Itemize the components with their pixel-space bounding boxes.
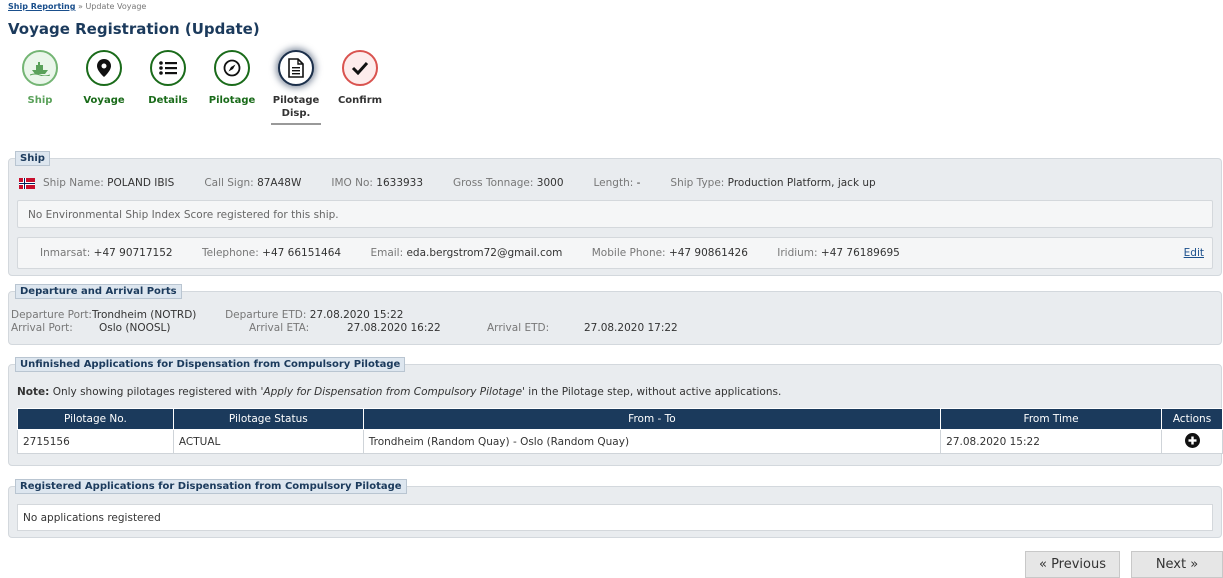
check-icon bbox=[342, 50, 378, 86]
unfinished-note: Note: Only showing pilotages registered … bbox=[17, 386, 782, 398]
contact-row: Inmarsat: +47 90717152 Telephone: +47 66… bbox=[17, 237, 1213, 269]
arrival-eta-label: Arrival ETA: bbox=[249, 322, 310, 334]
registered-applications-panel: Registered Applications for Dispensation… bbox=[8, 479, 1222, 538]
iridium: Iridium: +47 76189695 bbox=[777, 247, 900, 259]
cell-pilotage-status: ACTUAL bbox=[172, 429, 364, 454]
edit-contact-link[interactable]: Edit bbox=[1184, 247, 1204, 259]
breadcrumb-current: Update Voyage bbox=[85, 2, 147, 11]
length: Length: - bbox=[593, 177, 641, 189]
step-pilotage-disp[interactable]: Pilotage Disp. bbox=[266, 50, 326, 125]
cell-pilotage-no: 2715156 bbox=[17, 429, 174, 454]
gross-tonnage: Gross Tonnage: 3000 bbox=[453, 177, 564, 189]
ship-panel-legend: Ship bbox=[15, 151, 50, 166]
departure-port-label: Departure Port: bbox=[11, 309, 92, 321]
cell-from-time: 27.08.2020 15:22 bbox=[940, 429, 1162, 454]
list-icon bbox=[150, 50, 186, 86]
unfinished-applications-panel: Unfinished Applications for Dispensation… bbox=[8, 357, 1223, 466]
compass-icon bbox=[214, 50, 250, 86]
step-label-voyage: Voyage bbox=[83, 95, 125, 106]
no-applications-message: No applications registered bbox=[17, 504, 1213, 531]
unfinished-panel-legend: Unfinished Applications for Dispensation… bbox=[15, 357, 406, 372]
col-pilotage-no: Pilotage No. bbox=[17, 408, 174, 430]
col-from-time: From Time bbox=[940, 408, 1162, 430]
step-label-ship: Ship bbox=[27, 95, 53, 106]
note-label: Note: bbox=[17, 386, 50, 398]
inmarsat: Inmarsat: +47 90717152 bbox=[40, 247, 173, 259]
email: Email: eda.bergstrom72@gmail.com bbox=[370, 247, 563, 259]
ship-icon bbox=[22, 50, 58, 86]
active-step-underline bbox=[271, 123, 321, 125]
departure-port-value: Trondheim (NOTRD) bbox=[91, 309, 197, 321]
unfinished-applications-table: Pilotage No. Pilotage Status From - To F… bbox=[17, 408, 1223, 454]
call-sign: Call Sign: 87A48W bbox=[204, 177, 302, 189]
step-ship[interactable]: Ship bbox=[10, 50, 70, 107]
ship-info-row: Ship Name: POLAND IBIS Call Sign: 87A48W… bbox=[19, 177, 876, 189]
previous-button[interactable]: « Previous bbox=[1025, 551, 1120, 578]
ship-name: Ship Name: POLAND IBIS bbox=[43, 177, 175, 189]
breadcrumb-link-ship-reporting[interactable]: Ship Reporting bbox=[8, 2, 75, 11]
registered-panel-legend: Registered Applications for Dispensation… bbox=[15, 479, 407, 494]
cell-actions bbox=[1161, 429, 1223, 454]
ship-type: Ship Type: Production Platform, jack up bbox=[670, 177, 876, 189]
add-application-icon[interactable] bbox=[1184, 432, 1200, 451]
imo-no: IMO No: 1633933 bbox=[331, 177, 424, 189]
ports-panel: Departure and Arrival Ports Departure Po… bbox=[8, 284, 1222, 345]
env-index-note: No Environmental Ship Index Score regist… bbox=[17, 200, 1213, 228]
arrival-etd-label: Arrival ETD: bbox=[487, 322, 550, 334]
wizard-steps: Ship Voyage Details Pilotage Pilotage Dis… bbox=[10, 50, 410, 130]
next-button[interactable]: Next » bbox=[1131, 551, 1223, 578]
breadcrumb-separator: » bbox=[78, 2, 83, 11]
step-confirm[interactable]: Confirm bbox=[330, 50, 390, 107]
telephone: Telephone: +47 66151464 bbox=[201, 247, 342, 259]
col-from-to: From - To bbox=[362, 408, 942, 430]
step-label-confirm: Confirm bbox=[337, 95, 383, 106]
arrival-etd-value: 27.08.2020 17:22 bbox=[584, 322, 678, 334]
arrival-port-label: Arrival Port: bbox=[11, 322, 73, 334]
departure-etd-label: Departure ETD: bbox=[225, 309, 307, 321]
ship-panel: Ship Ship Name: POLAND IBIS Call Sign: 8… bbox=[8, 151, 1222, 276]
col-pilotage-status: Pilotage Status bbox=[172, 408, 364, 430]
step-pilotage[interactable]: Pilotage bbox=[202, 50, 262, 107]
col-actions: Actions bbox=[1161, 408, 1223, 430]
step-label-pilotage: Pilotage bbox=[208, 95, 256, 106]
step-label-pilotage-disp: Pilotage Disp. bbox=[272, 95, 320, 119]
arrival-port-value: Oslo (NOOSL) bbox=[99, 322, 171, 334]
mobile-phone: Mobile Phone: +47 90861426 bbox=[591, 247, 748, 259]
table-row: 2715156 ACTUAL Trondheim (Random Quay) -… bbox=[17, 429, 1223, 454]
step-voyage[interactable]: Voyage bbox=[74, 50, 134, 107]
map-pin-icon bbox=[86, 50, 122, 86]
ports-info: Departure Port:Trondheim (NOTRD) Departu… bbox=[11, 309, 678, 335]
step-details[interactable]: Details bbox=[138, 50, 198, 107]
page-title: Voyage Registration (Update) bbox=[8, 20, 260, 38]
departure-etd-value: 27.08.2020 15:22 bbox=[309, 309, 404, 321]
cell-from-to: Trondheim (Random Quay) - Oslo (Random Q… bbox=[362, 429, 942, 454]
arrival-eta-value: 27.08.2020 16:22 bbox=[347, 322, 441, 334]
norway-flag-icon bbox=[19, 177, 35, 189]
breadcrumb: Ship Reporting » Update Voyage bbox=[8, 2, 146, 11]
document-icon bbox=[278, 50, 314, 86]
step-label-details: Details bbox=[148, 95, 188, 106]
ports-panel-legend: Departure and Arrival Ports bbox=[15, 284, 182, 299]
